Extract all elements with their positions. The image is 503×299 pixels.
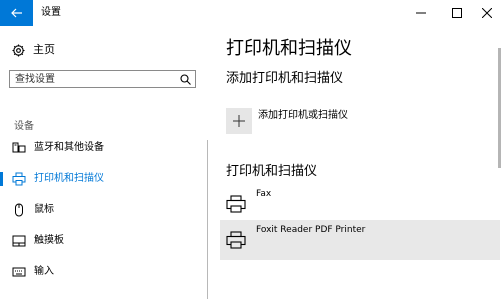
sidebar-item-printers[interactable]: 打印机和扫描仪 <box>0 165 210 193</box>
printer-item-fax[interactable]: Fax <box>220 184 500 224</box>
active-indicator <box>0 172 3 186</box>
section-heading-devices: 设备 <box>14 121 34 132</box>
search-input[interactable] <box>10 71 180 87</box>
back-button[interactable] <box>0 0 33 26</box>
keyboard-icon <box>12 265 26 279</box>
printer-icon <box>226 231 246 249</box>
touchpad-icon <box>12 234 26 248</box>
sidebar-item-label: 蓝牙和其他设备 <box>34 142 104 153</box>
sidebar-item-touchpad[interactable]: 触摸板 <box>0 227 210 255</box>
printer-name: Foxit Reader PDF Printer <box>256 225 366 235</box>
home-link[interactable]: 主页 <box>12 43 55 57</box>
add-printer-button[interactable]: 添加打印机或扫描仪 <box>226 105 486 137</box>
sidebar-item-label: 输入 <box>34 266 54 277</box>
sidebar-item-mouse[interactable]: 鼠标 <box>0 196 210 224</box>
maximize-icon <box>451 8 462 18</box>
bluetooth-devices-icon <box>12 141 26 155</box>
close-button[interactable] <box>470 0 503 26</box>
minimize-icon <box>415 12 426 14</box>
printer-name: Fax <box>256 189 272 199</box>
sidebar: 主页 设备 蓝牙和其他设备 打印机和扫描仪 <box>0 26 210 299</box>
main-content: 打印机和扫描仪 添加打印机和扫描仪 添加打印机或扫描仪 打印机和扫描仪 Fax … <box>210 26 503 299</box>
close-icon <box>481 8 492 18</box>
sidebar-item-label: 触摸板 <box>34 235 64 246</box>
add-button-box[interactable] <box>226 108 252 134</box>
pane-divider <box>207 140 208 299</box>
plus-icon <box>233 115 245 127</box>
scrollbar[interactable] <box>498 48 501 168</box>
minimize-button[interactable] <box>404 0 437 26</box>
add-section-title: 添加打印机和扫描仪 <box>226 71 344 86</box>
sidebar-item-label: 打印机和扫描仪 <box>34 173 104 184</box>
printer-icon <box>226 195 246 213</box>
printer-icon <box>12 172 26 186</box>
printer-item-foxit[interactable]: Foxit Reader PDF Printer <box>220 220 500 260</box>
sidebar-item-typing[interactable]: 输入 <box>0 258 210 286</box>
search-box[interactable] <box>9 70 196 88</box>
printers-list-title: 打印机和扫描仪 <box>226 164 318 179</box>
mouse-icon <box>12 203 26 217</box>
back-arrow-icon <box>10 8 22 18</box>
window-title: 设置 <box>41 7 61 18</box>
sidebar-item-bluetooth[interactable]: 蓝牙和其他设备 <box>0 134 210 162</box>
maximize-button[interactable] <box>440 0 473 26</box>
sidebar-item-label: 鼠标 <box>34 204 54 215</box>
add-printer-label: 添加打印机或扫描仪 <box>258 110 348 121</box>
page-title: 打印机和扫描仪 <box>226 38 352 59</box>
home-label: 主页 <box>33 43 55 56</box>
search-icon[interactable] <box>180 74 191 85</box>
gear-icon <box>12 43 25 57</box>
title-bar: 设置 <box>0 0 503 26</box>
